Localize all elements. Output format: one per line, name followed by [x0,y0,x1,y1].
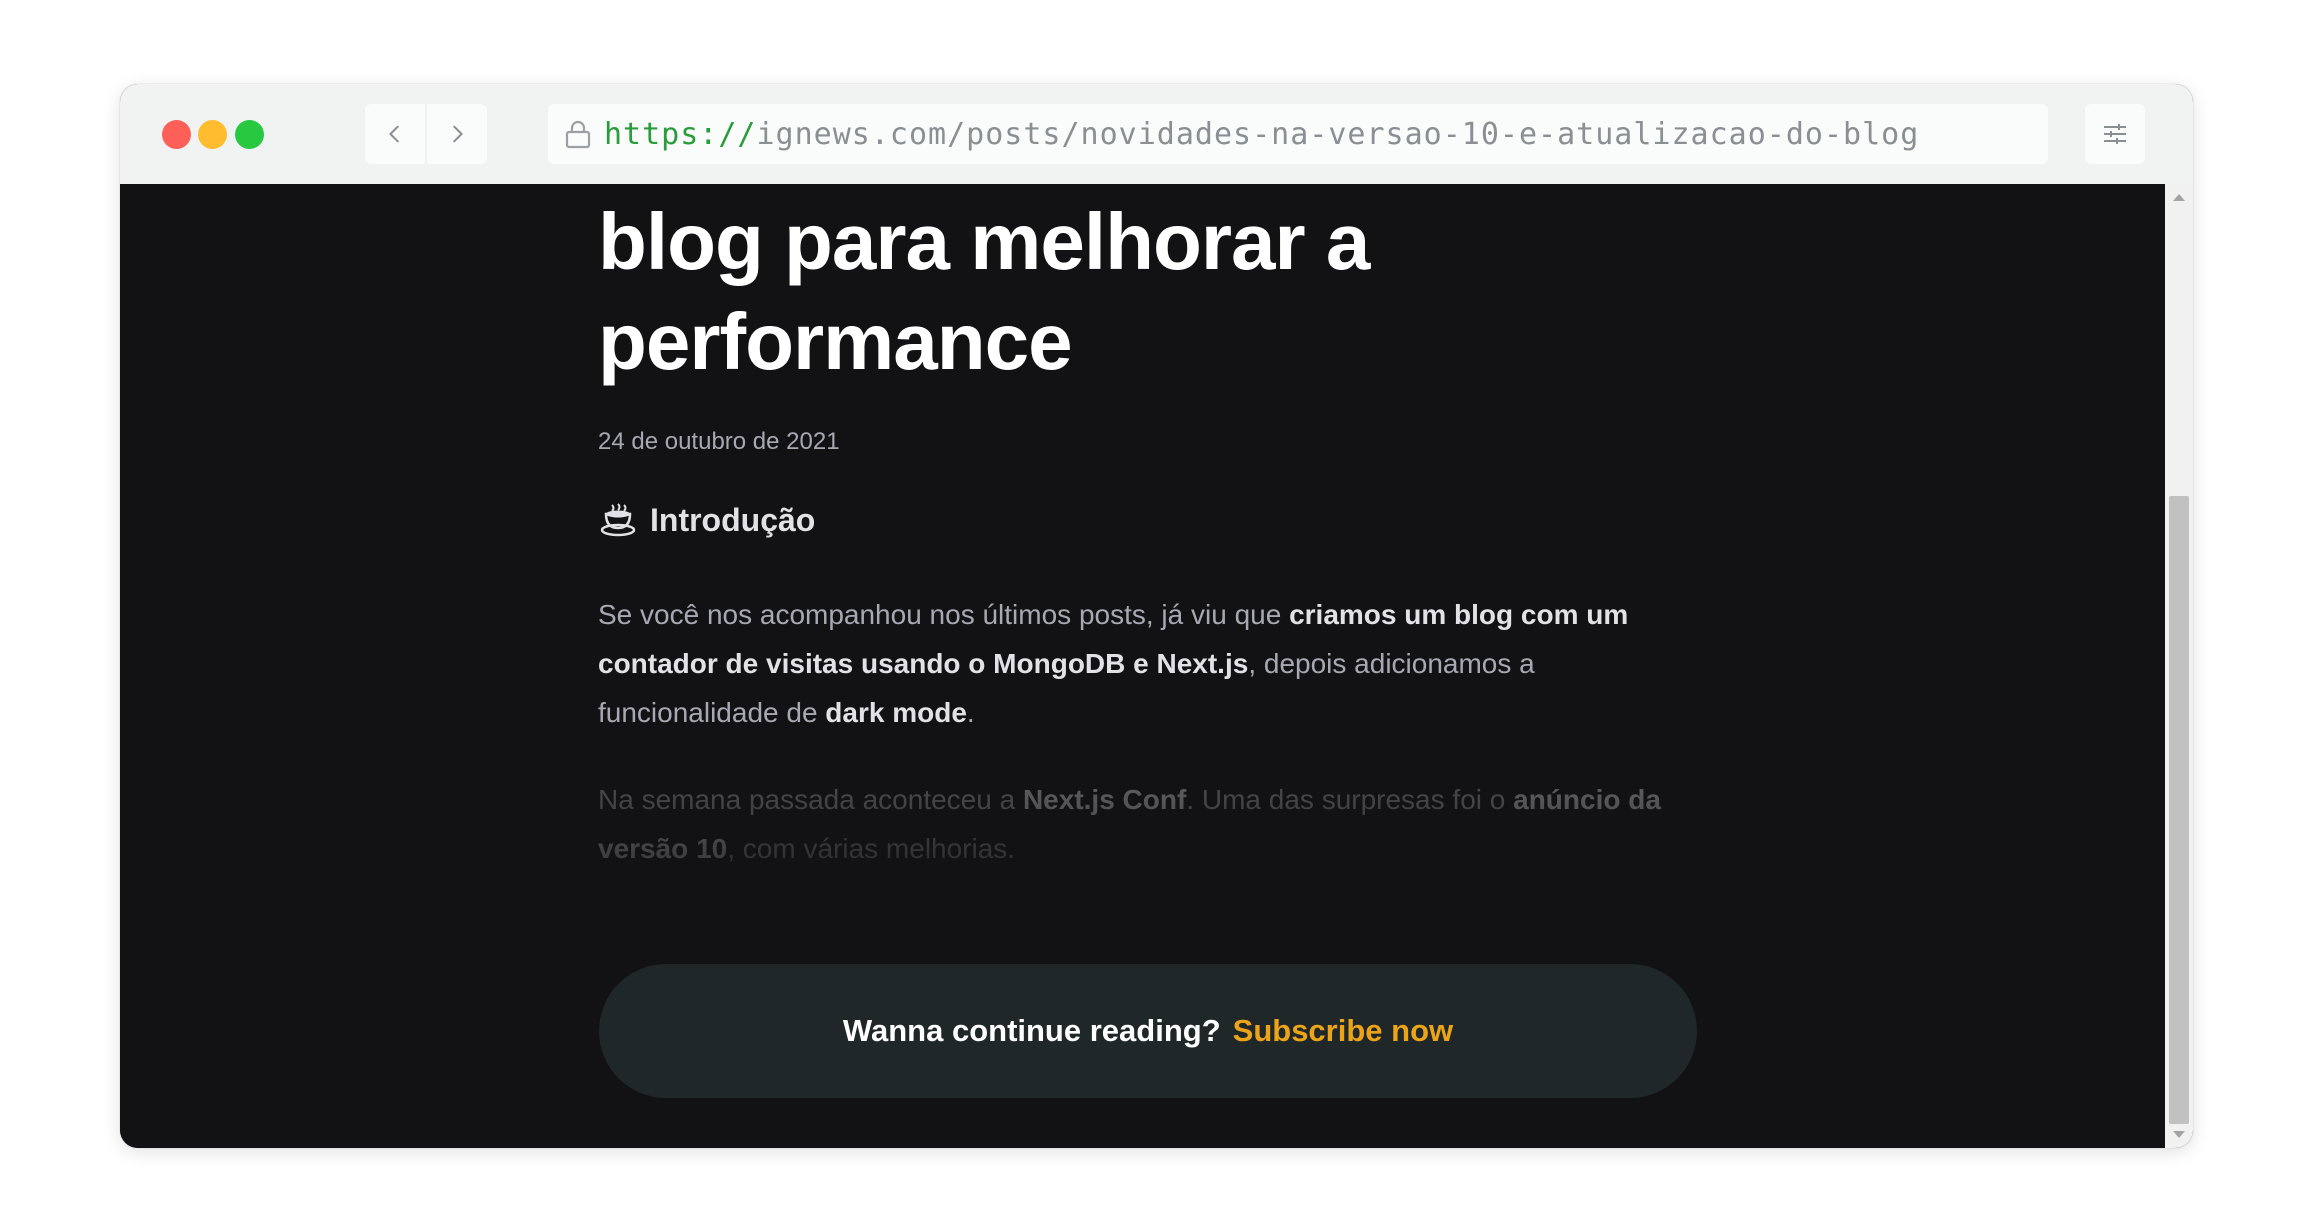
url-path: ignews.com/posts/novidades-na-versao-10-… [756,116,1920,152]
address-bar[interactable]: https://ignews.com/posts/novidades-na-ve… [548,104,2048,164]
paragraph-text: . [966,697,975,728]
article-title-line-2: blog para melhorar a [598,197,1370,286]
back-button[interactable] [365,104,425,164]
paragraph-bold: dark mode [825,697,967,728]
minimize-window-button[interactable] [198,120,227,149]
browser-toolbar: https://ignews.com/posts/novidades-na-ve… [120,84,2193,184]
maximize-window-button[interactable] [235,120,264,149]
scroll-down-arrow[interactable] [2173,1131,2185,1138]
section-heading-text: Introdução [650,501,816,538]
close-window-button[interactable] [162,120,191,149]
settings-menu-button[interactable] [2085,104,2145,164]
continue-reading-banner: Wanna continue reading? Subscribe now [599,964,1697,1098]
section-heading: Introdução [598,500,815,540]
coffee-cup-icon [598,500,638,540]
paragraph-text: Na semana passada aconteceu a [598,784,1023,815]
continue-reading-text: Wanna continue reading? [842,1013,1221,1048]
scroll-up-arrow[interactable] [2173,194,2185,201]
paragraph-text: , com várias melhorias. [727,833,1016,864]
paragraph-text: . Uma das surpresas foi o [1186,784,1514,815]
chevron-left-icon [389,125,399,143]
scrollbar-thumb[interactable] [2169,496,2189,1124]
url-text: https://ignews.com/posts/novidades-na-ve… [604,117,1919,152]
url-scheme: https:// [604,116,757,152]
chevron-right-icon [453,125,463,143]
article-title-line-3: performance [598,297,1073,386]
article-date: 24 de outubro de 2021 [598,428,840,455]
paragraph-bold: Next.js Conf [1022,784,1187,815]
lock-icon [562,118,594,150]
forward-button[interactable] [427,104,487,164]
sliders-icon [2104,124,2126,144]
article-title: blog para melhorar a performance [598,192,1798,392]
page-viewport: blog para melhorar a performance 24 de o… [120,184,2165,1148]
browser-window: https://ignews.com/posts/novidades-na-ve… [120,84,2193,1148]
article-paragraph-faded: Na semana passada aconteceu a Next.js Co… [598,775,1668,873]
vertical-scrollbar[interactable] [2165,184,2193,1148]
paragraph-text: Se você nos acompanhou nos últimos posts… [598,599,1290,630]
article-paragraph: Se você nos acompanhou nos últimos posts… [598,590,1668,737]
subscribe-now-link[interactable]: Subscribe now [1233,1013,1453,1049]
